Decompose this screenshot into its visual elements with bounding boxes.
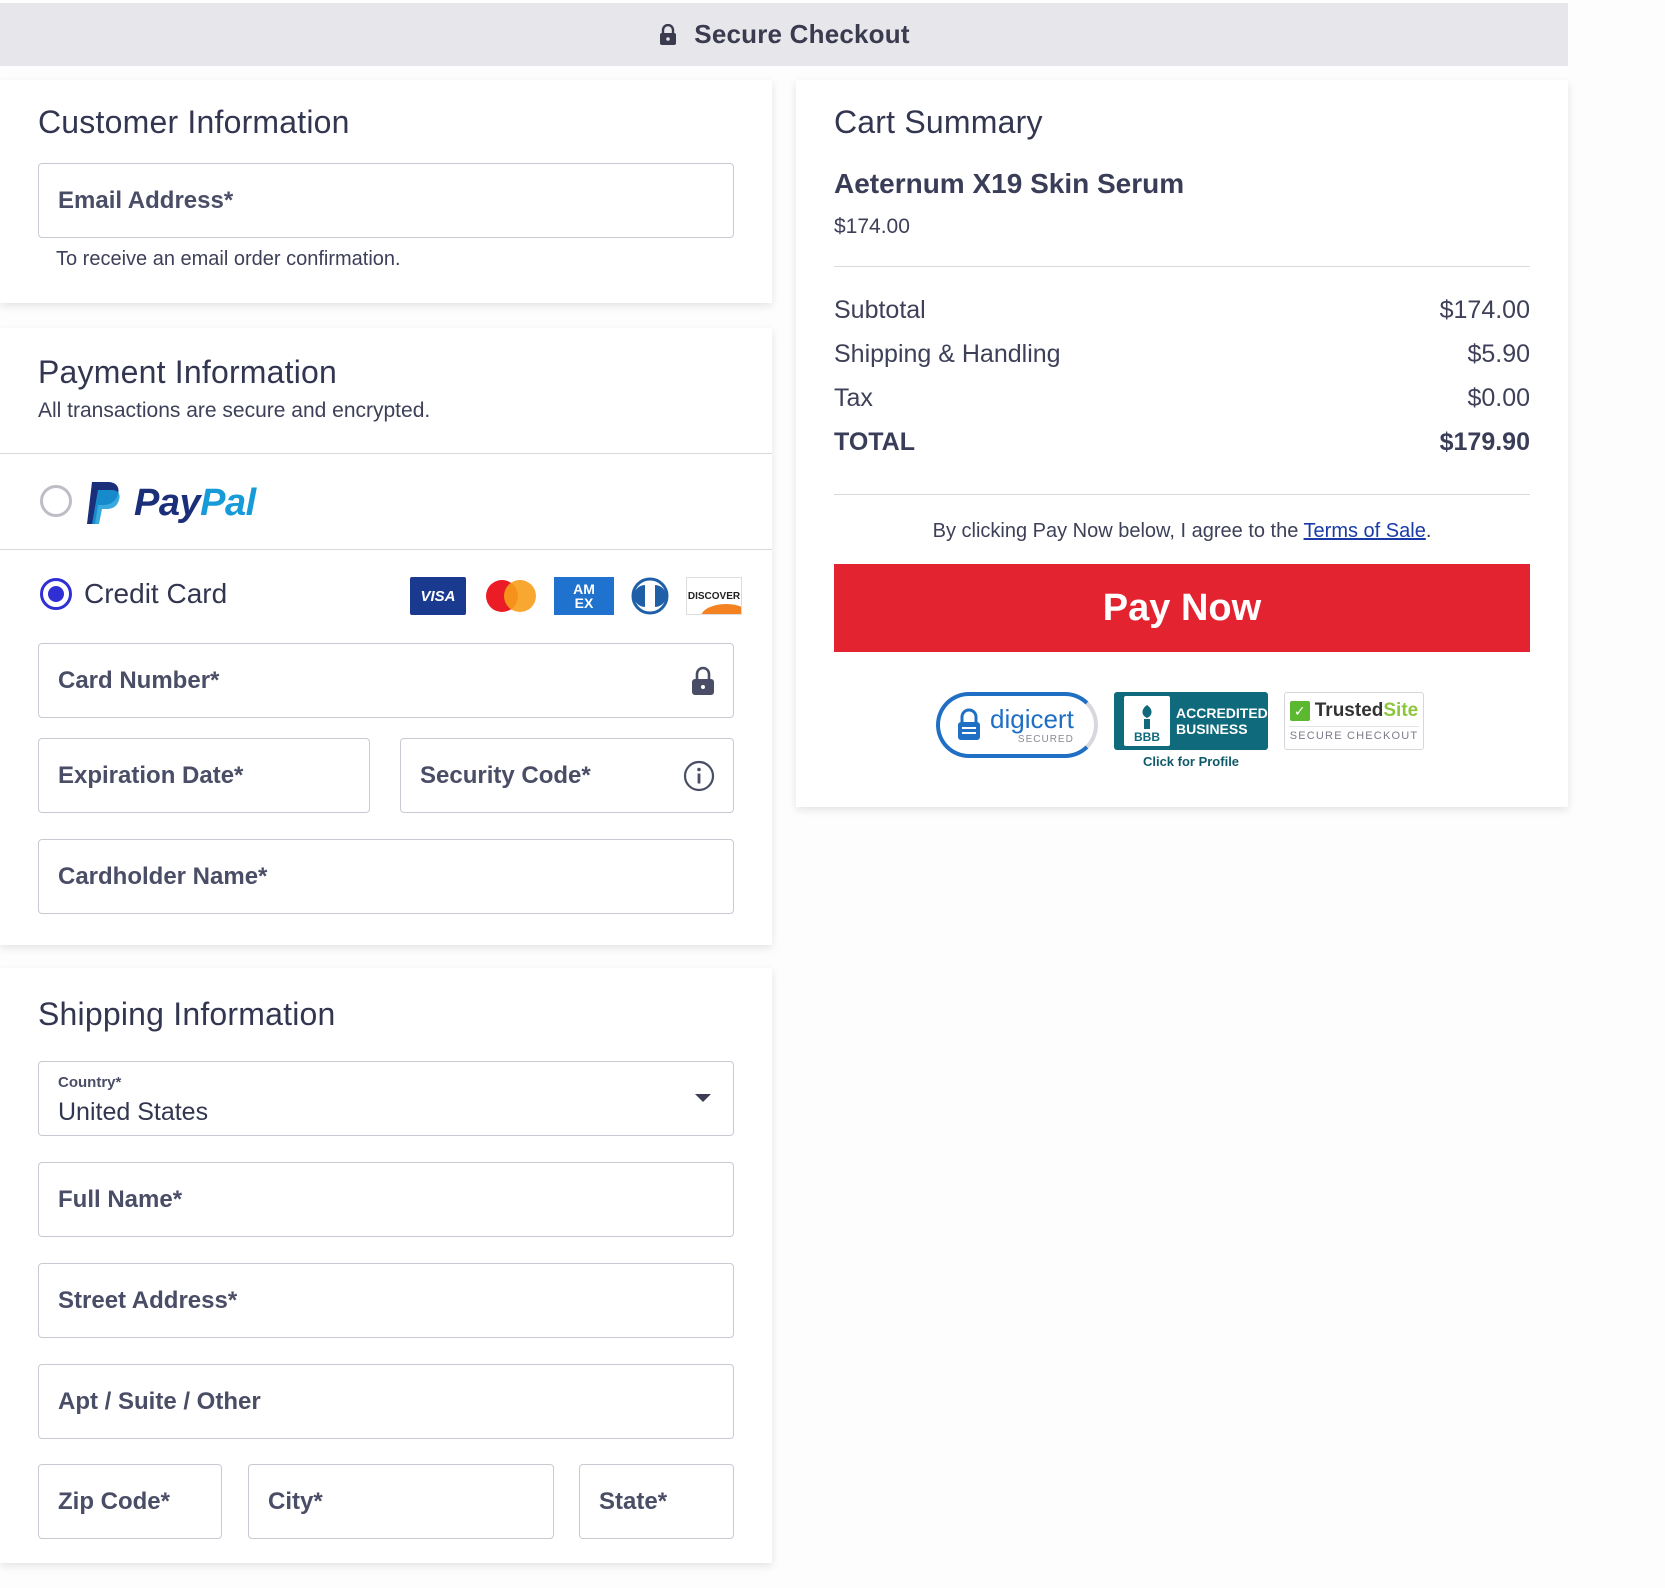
product-price: $174.00: [834, 215, 910, 238]
divider: [834, 266, 1530, 267]
credit-card-label: Credit Card: [84, 578, 228, 609]
card-brand-logos: VISA AM EX DISCOVER: [410, 577, 742, 615]
customer-info-card: Customer Information Email Address* To r…: [0, 80, 772, 303]
country-value: United States: [58, 1098, 209, 1126]
mastercard-icon: [482, 577, 538, 615]
total-row: TOTAL $179.90: [834, 428, 1530, 457]
pay-now-button[interactable]: Pay Now: [834, 564, 1530, 652]
amex-icon: AM EX: [554, 577, 614, 615]
bbb-business: BUSINESS: [1176, 721, 1248, 737]
trusted-word: Trusted: [1314, 700, 1384, 721]
lock-icon: [692, 666, 714, 695]
visa-icon: VISA: [410, 577, 466, 615]
country-label: Country*: [58, 1074, 122, 1091]
paypal-wordmark-pay: Pay: [134, 481, 201, 524]
security-code-placeholder: Security Code*: [420, 761, 591, 789]
credit-card-radio[interactable]: [40, 578, 72, 610]
paypal-option[interactable]: PayPal: [84, 480, 256, 526]
street-address-placeholder: Street Address*: [58, 1286, 238, 1314]
customer-info-title: Customer Information: [38, 104, 350, 140]
trust-badges: digicert SECURED BBB ACCREDITED BUSINESS: [936, 692, 1424, 769]
email-hint: To receive an email order confirmation.: [56, 248, 401, 270]
terms-suffix: .: [1425, 520, 1432, 542]
bbb-logo: BBB: [1124, 696, 1170, 746]
zip-code-placeholder: Zip Code*: [58, 1487, 170, 1515]
divider: [0, 453, 772, 454]
page-title: Secure Checkout: [694, 19, 910, 49]
subtotal-label: Subtotal: [834, 296, 926, 324]
bbb-badge[interactable]: BBB ACCREDITED BUSINESS Click for Profil…: [1114, 692, 1268, 769]
discover-icon: DISCOVER: [686, 577, 742, 615]
cart-summary-card: Cart Summary Aeternum X19 Skin Serum $17…: [796, 80, 1568, 807]
chevron-down-icon: [695, 1094, 711, 1102]
card-number-placeholder: Card Number*: [58, 666, 220, 694]
shipping-info-title: Shipping Information: [38, 996, 336, 1032]
shipping-label: Shipping & Handling: [834, 340, 1061, 368]
bbb-accredited: ACCREDITED: [1176, 705, 1268, 721]
bbb-logo-text: BBB: [1134, 730, 1160, 744]
shipping-row: Shipping & Handling $5.90: [834, 340, 1530, 369]
zip-code-field[interactable]: Zip Code*: [38, 1464, 222, 1539]
secure-checkout-text: SECURE CHECKOUT: [1289, 726, 1419, 742]
amex-line-1: AM: [573, 581, 595, 597]
diners-club-icon: [630, 577, 670, 615]
state-placeholder: State*: [599, 1487, 668, 1515]
full-name-placeholder: Full Name*: [58, 1185, 183, 1213]
tax-row: Tax $0.00: [834, 384, 1530, 413]
digicert-wordmark: digicert: [990, 703, 1074, 734]
amex-line-2: EX: [574, 595, 594, 611]
street-address-field[interactable]: Street Address*: [38, 1263, 734, 1338]
paypal-wordmark: PayPal: [134, 482, 256, 525]
subtotal-value: $174.00: [1439, 296, 1530, 324]
payment-info-title: Payment Information: [38, 354, 338, 390]
shipping-info-card: Shipping Information Country* United Sta…: [0, 968, 772, 1563]
payment-info-card: Payment Information All transactions are…: [0, 328, 772, 945]
email-placeholder: Email Address*: [58, 186, 234, 214]
expiration-date-field[interactable]: Expiration Date*: [38, 738, 370, 813]
terms-prefix: By clicking Pay Now below, I agree to th…: [932, 520, 1304, 542]
total-label: TOTAL: [834, 428, 916, 456]
apt-suite-placeholder: Apt / Suite / Other: [58, 1387, 261, 1415]
expiration-date-placeholder: Expiration Date*: [58, 761, 244, 789]
product-name: Aeternum X19 Skin Serum: [834, 168, 1185, 199]
security-code-field[interactable]: Security Code*: [400, 738, 734, 813]
digicert-secured: SECURED: [1017, 733, 1074, 745]
email-field[interactable]: Email Address*: [38, 163, 734, 238]
shipping-value: $5.90: [1467, 340, 1530, 368]
payment-info-subtitle: All transactions are secure and encrypte…: [38, 399, 431, 422]
site-word: Site: [1383, 700, 1419, 721]
cart-summary-title: Cart Summary: [834, 104, 1043, 140]
info-icon[interactable]: [683, 760, 715, 792]
paypal-radio[interactable]: [40, 485, 72, 517]
discover-label: DISCOVER: [687, 590, 741, 602]
full-name-field[interactable]: Full Name*: [38, 1162, 734, 1237]
apt-suite-field[interactable]: Apt / Suite / Other: [38, 1364, 734, 1439]
secure-checkout-bar: Secure Checkout: [0, 3, 1568, 66]
tax-label: Tax: [834, 384, 873, 412]
paypal-wordmark-pal: Pal: [200, 481, 256, 524]
cardholder-name-field[interactable]: Cardholder Name*: [38, 839, 734, 914]
subtotal-row: Subtotal $174.00: [834, 296, 1530, 325]
divider: [0, 549, 772, 550]
tax-value: $0.00: [1467, 384, 1530, 412]
terms-text: By clicking Pay Now below, I agree to th…: [834, 520, 1530, 543]
trustedsite-badge[interactable]: ✓ TrustedSite SECURE CHECKOUT: [1284, 692, 1424, 750]
country-select[interactable]: Country* United States: [38, 1061, 734, 1136]
paypal-logo-icon: [87, 482, 120, 524]
state-field[interactable]: State*: [579, 1464, 734, 1539]
total-value: $179.90: [1439, 428, 1530, 456]
lock-icon: [660, 23, 677, 45]
digicert-badge[interactable]: digicert SECURED: [936, 692, 1098, 758]
city-placeholder: City*: [268, 1487, 323, 1515]
bbb-torch-icon: [1142, 705, 1152, 729]
cardholder-name-placeholder: Cardholder Name*: [58, 862, 268, 890]
city-field[interactable]: City*: [248, 1464, 554, 1539]
padlock-icon: [958, 708, 980, 740]
checkmark-icon: ✓: [1289, 701, 1310, 721]
terms-of-sale-link[interactable]: Terms of Sale: [1304, 520, 1426, 542]
bbb-profile-link[interactable]: Click for Profile: [1143, 754, 1239, 769]
card-number-field[interactable]: Card Number*: [38, 643, 734, 718]
divider: [834, 494, 1530, 495]
